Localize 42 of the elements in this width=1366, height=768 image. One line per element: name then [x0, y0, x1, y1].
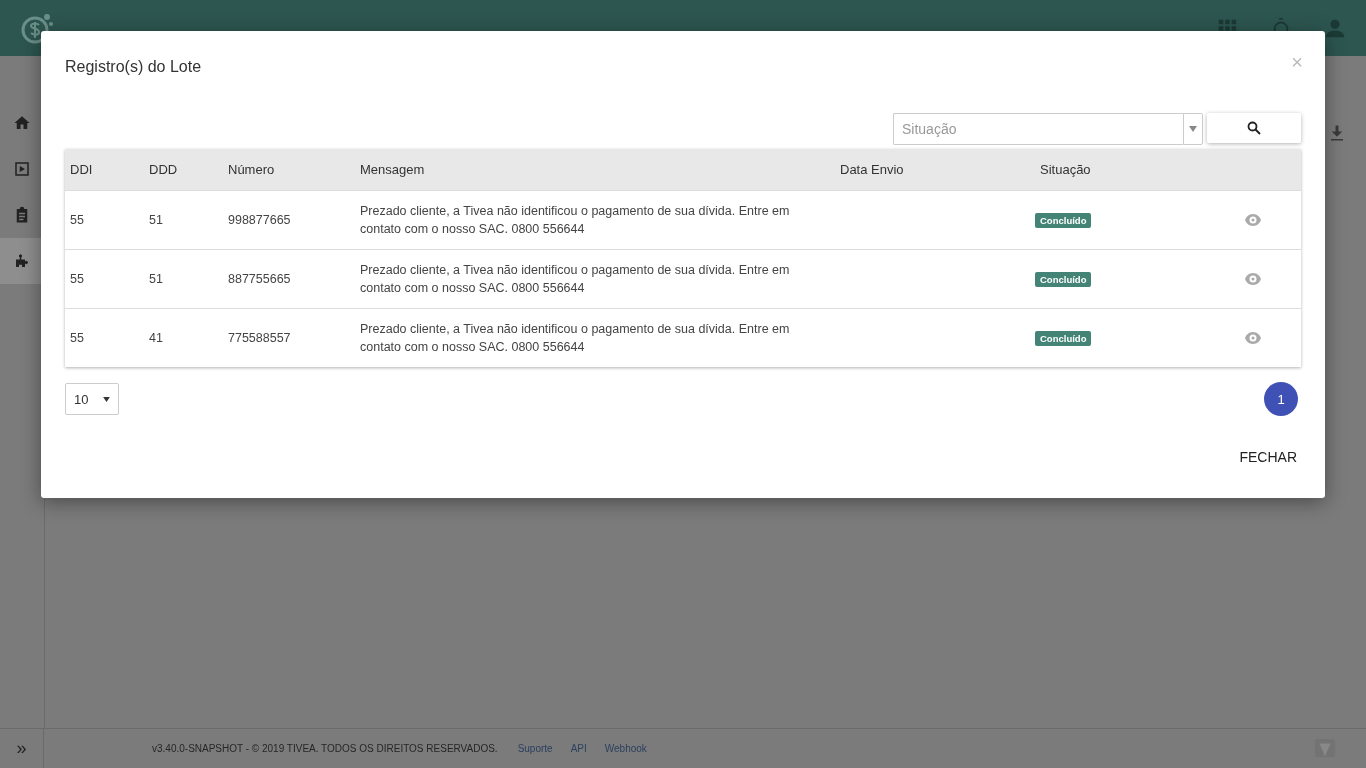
table-cell-text: 55: [69, 331, 85, 345]
search-icon: [1247, 121, 1261, 135]
sidebar-item[interactable]: [0, 238, 44, 284]
search-button[interactable]: [1207, 113, 1301, 143]
status-badge: Concluído: [1035, 271, 1092, 287]
column-header: Número: [227, 162, 276, 177]
message-cell-text: Prezado cliente, a Tivea não identificou o pagamento de sua dívida. Entre em contato com o nosso SAC. 0800 556644: [359, 321, 791, 356]
play-button-icon: [13, 160, 31, 178]
footer-link[interactable]: Suporte: [517, 743, 553, 754]
dialog-title: Registro(s) do Lote: [65, 58, 202, 77]
footer-link[interactable]: API: [570, 743, 587, 754]
table-cell-text: 55: [69, 272, 85, 286]
table-cell-text: 41: [148, 331, 164, 345]
table-cell-text: 51: [148, 213, 164, 227]
close-dialog-button[interactable]: FECHAR: [1234, 445, 1302, 469]
download-icon[interactable]: [1328, 124, 1346, 142]
expand-button[interactable]: »: [0, 729, 44, 768]
table-cell-text: 887755665: [227, 272, 292, 286]
column-header: Mensagem: [359, 162, 426, 177]
status-badge: Concluído: [1035, 212, 1092, 228]
caret-icon: [1189, 126, 1197, 132]
caret-icon: [103, 396, 110, 402]
home-icon: [13, 114, 31, 132]
table-cell-text: 55: [69, 213, 85, 227]
table-cell-text: 51: [148, 272, 164, 286]
logo-icon: [20, 11, 54, 45]
message-cell-text: Prezado cliente, a Tivea não identificou o pagamento de sua dívida. Entre em contato com o nosso SAC. 0800 556644: [359, 262, 791, 297]
message-cell-text: Prezado cliente, a Tivea não identificou o pagamento de sua dívida. Entre em contato com o nosso SAC. 0800 556644: [359, 203, 791, 238]
column-header: DDD: [148, 162, 179, 177]
status-select-field[interactable]: Situação: [893, 113, 1183, 145]
status-badge: Concluído: [1035, 330, 1092, 346]
table-cell-text: 775588557: [227, 331, 292, 345]
puzzle-icon: [13, 252, 31, 270]
column-header: Data Envio: [839, 162, 905, 177]
page-size-select[interactable]: 10: [65, 383, 119, 415]
footer-link[interactable]: Webhook: [604, 743, 647, 754]
table-cell-text: 998877665: [227, 213, 292, 227]
column-header: Situação: [1039, 162, 1092, 177]
page-button[interactable]: 1: [1264, 382, 1298, 416]
column-header: DDI: [69, 162, 94, 177]
close-button[interactable]: ×: [1291, 51, 1303, 74]
copyright-text: v3.40.0-SNAPSHOT - © 2019 TIVEA. TODOS OS DIREITOS RESERVADOS.: [152, 743, 498, 754]
